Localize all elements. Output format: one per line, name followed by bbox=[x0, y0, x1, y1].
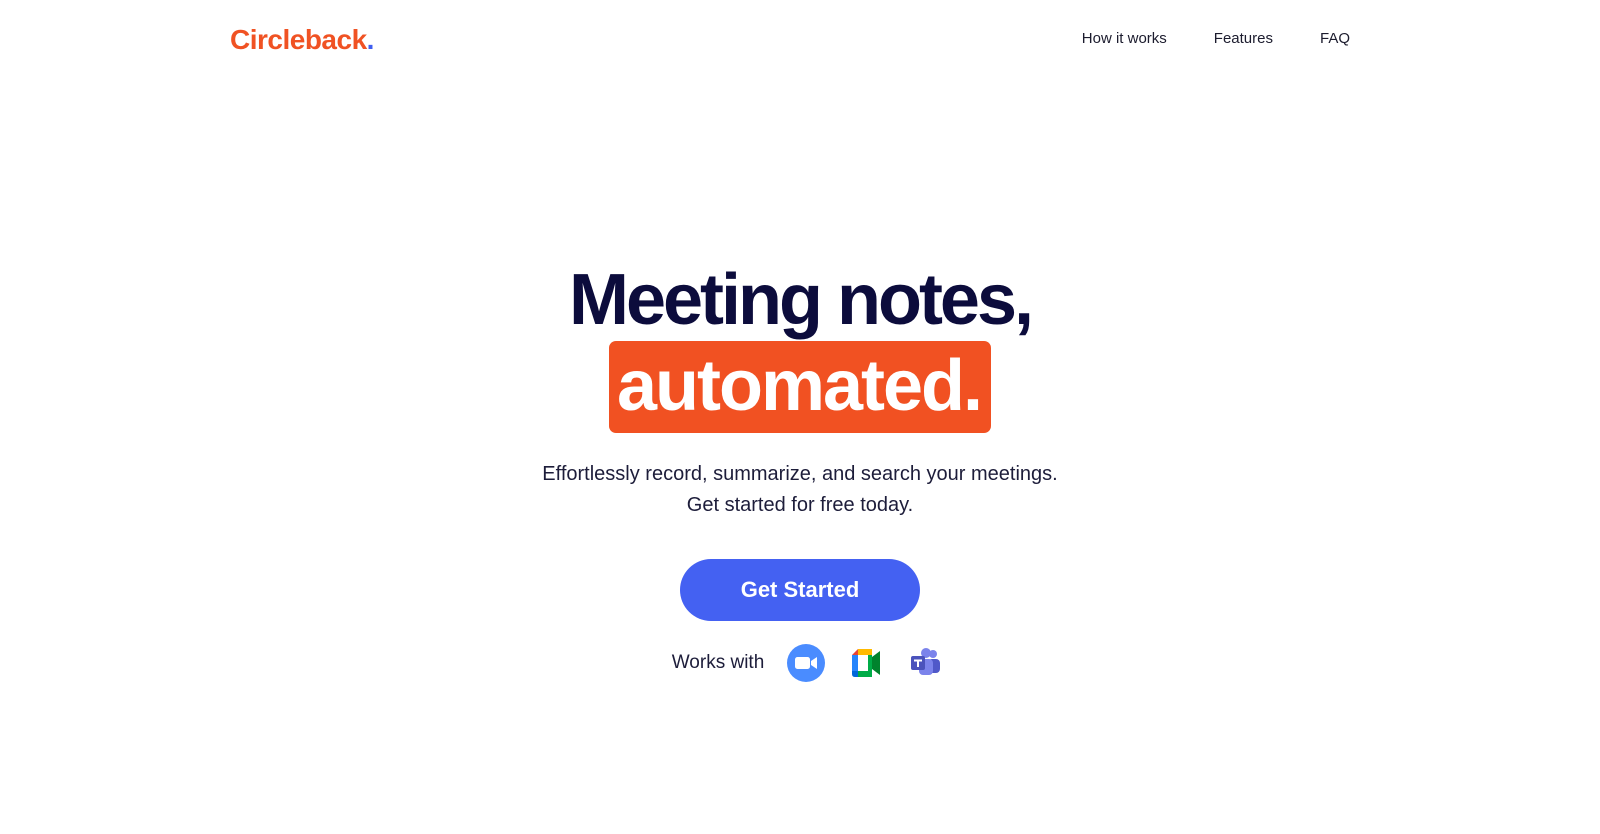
works-with-label: Works with bbox=[671, 652, 765, 673]
hero-section: Meeting notes, automated. Effortlessly r… bbox=[0, 255, 1600, 683]
headline-line-2-wrapper: automated. bbox=[0, 341, 1600, 437]
microsoft-teams-icon bbox=[911, 648, 941, 675]
subtitle-line-1: Effortlessly record, summarize, and sear… bbox=[542, 463, 1058, 485]
works-with-row: Works with bbox=[18, 643, 1600, 683]
headline-line-1: Meeting notes, bbox=[568, 260, 1034, 340]
nav-link-how-it-works[interactable]: How it works bbox=[1082, 28, 1167, 50]
headline-highlight: automated. bbox=[608, 341, 992, 433]
hero-subtitle: Effortlessly record, summarize, and sear… bbox=[0, 459, 1600, 521]
nav-link-features[interactable]: Features bbox=[1214, 28, 1273, 50]
main-nav: How it works Features FAQ bbox=[1082, 28, 1350, 50]
landing-page: Circleback. How it works Features FAQ Me… bbox=[0, 0, 1600, 834]
subtitle-line-2: Get started for free today. bbox=[686, 494, 914, 516]
site-header: Circleback. How it works Features FAQ bbox=[0, 0, 1600, 80]
cta-wrapper: Get Started bbox=[0, 559, 1600, 621]
google-meet-icon bbox=[852, 649, 881, 677]
nav-link-faq[interactable]: FAQ bbox=[1320, 28, 1350, 50]
get-started-button[interactable]: Get Started bbox=[680, 559, 920, 621]
zoom-icon bbox=[787, 644, 826, 682]
logo-text: Circleback bbox=[230, 24, 367, 55]
logo[interactable]: Circleback. bbox=[230, 22, 374, 58]
logo-dot: . bbox=[366, 24, 375, 55]
